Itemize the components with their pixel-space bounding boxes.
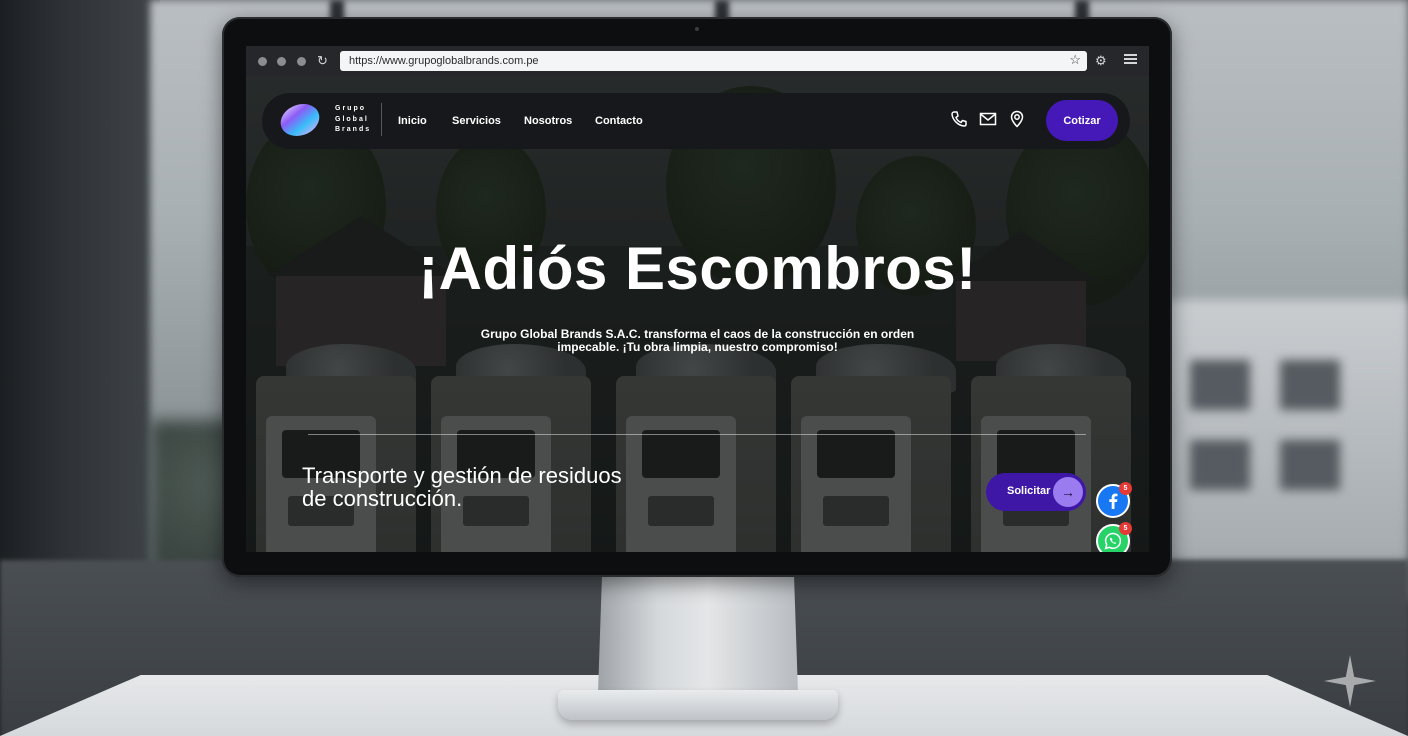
window-maximize-button[interactable] (297, 57, 306, 66)
whatsapp-icon (1104, 532, 1122, 550)
website: Grupo Global Brands Inicio Servicios Nos… (246, 76, 1149, 552)
notification-badge: 5 (1119, 482, 1132, 495)
monitor-stand-base (558, 690, 838, 720)
facebook-button[interactable]: 5 (1096, 482, 1132, 518)
hero-title: ¡Adiós Escombros! (418, 235, 977, 302)
mail-icon[interactable] (978, 109, 998, 129)
browser-toolbar: ↻ https://www.grupoglobalbrands.com.pe ☆… (246, 46, 1149, 76)
facebook-icon (1109, 493, 1118, 509)
window-minimize-button[interactable] (277, 57, 286, 66)
monitor-stand (598, 575, 798, 693)
background-building (1150, 300, 1408, 560)
hero-subtitle: Grupo Global Brands S.A.C. transforma el… (480, 327, 915, 354)
nav-link-inicio[interactable]: Inicio (398, 114, 427, 128)
hero-tagline: Transporte y gestión de residuos de cons… (302, 463, 622, 511)
site-navbar: Grupo Global Brands Inicio Servicios Nos… (262, 93, 1130, 149)
quote-button[interactable]: Cotizar (1046, 100, 1118, 141)
menu-icon[interactable] (1124, 54, 1137, 64)
reload-icon[interactable]: ↻ (317, 53, 328, 69)
nav-link-contacto[interactable]: Contacto (595, 114, 643, 128)
screen: ↻ https://www.grupoglobalbrands.com.pe ☆… (246, 46, 1149, 552)
notification-badge: 5 (1119, 522, 1132, 535)
address-bar[interactable]: https://www.grupoglobalbrands.com.pe ☆ (340, 51, 1087, 71)
webcam (695, 27, 699, 31)
url-text: https://www.grupoglobalbrands.com.pe (349, 55, 539, 67)
monitor: ↻ https://www.grupoglobalbrands.com.pe ☆… (222, 17, 1172, 577)
nav-link-nosotros[interactable]: Nosotros (524, 114, 572, 128)
brand-logo-text[interactable]: Grupo Global Brands (335, 104, 375, 136)
window-close-button[interactable] (258, 57, 267, 66)
phone-icon[interactable] (949, 109, 969, 129)
arrow-right-icon: → (1053, 477, 1083, 507)
extension-icon[interactable]: ⚙ (1095, 53, 1107, 69)
brand-logo-icon[interactable] (277, 104, 323, 136)
request-button[interactable]: Solicitar → (986, 473, 1086, 511)
bookmark-star-icon[interactable]: ☆ (1069, 52, 1081, 68)
hero-divider (308, 434, 1086, 435)
request-button-label: Solicitar (1007, 485, 1051, 497)
location-pin-icon[interactable] (1007, 109, 1027, 129)
whatsapp-button[interactable]: 5 (1096, 522, 1132, 552)
nav-link-servicios[interactable]: Servicios (452, 114, 501, 128)
logo-divider (381, 103, 382, 136)
